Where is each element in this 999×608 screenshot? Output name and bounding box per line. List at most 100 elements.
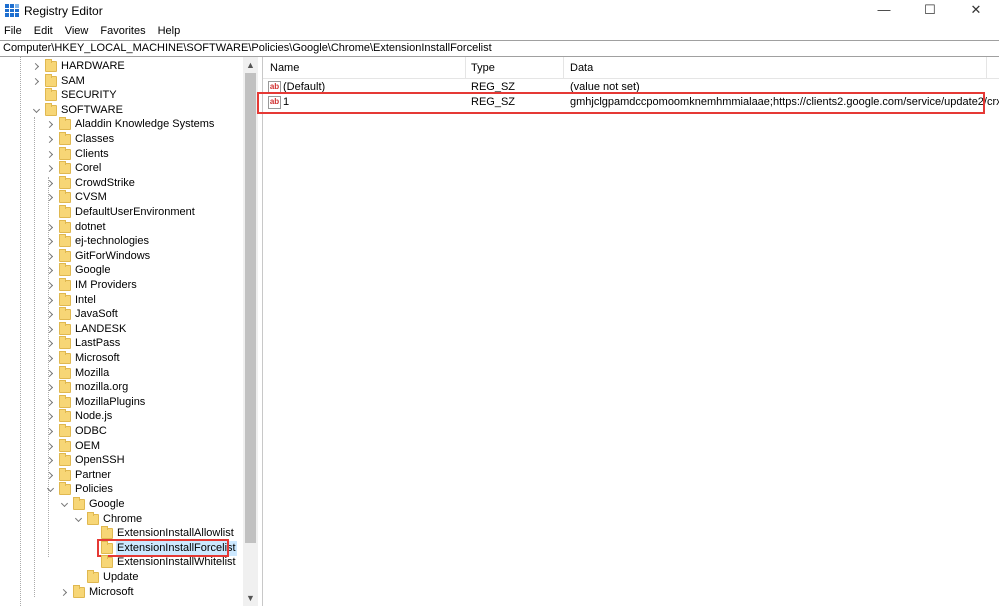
tree-item[interactable]: Google	[0, 263, 243, 278]
menu-view[interactable]: View	[59, 23, 95, 40]
expand-chevron-icon[interactable]	[45, 293, 55, 308]
tree-item[interactable]: Update	[0, 570, 243, 585]
tree-item[interactable]: SAM	[0, 73, 243, 89]
expand-chevron-icon[interactable]	[45, 322, 55, 337]
expand-chevron-icon[interactable]	[45, 161, 55, 176]
expand-chevron-icon[interactable]	[45, 395, 55, 410]
expand-chevron-icon[interactable]	[45, 380, 55, 395]
tree-item[interactable]: Corel	[0, 161, 243, 176]
folder-icon	[59, 190, 71, 204]
folder-icon	[59, 146, 71, 160]
tree-item[interactable]: JavaSoft	[0, 307, 243, 322]
expand-chevron-icon[interactable]	[45, 117, 55, 132]
menu-favorites[interactable]: Favorites	[94, 23, 151, 40]
tree-item-label: OEM	[75, 439, 101, 452]
scroll-thumb[interactable]	[245, 73, 256, 543]
tree-item-label: IM Providers	[75, 279, 137, 291]
tree-item[interactable]: Node.js	[0, 409, 243, 424]
expand-chevron-icon[interactable]	[45, 147, 55, 162]
expand-chevron-icon[interactable]	[31, 74, 41, 89]
tree-item[interactable]: SECURITY	[0, 88, 243, 103]
tree-item[interactable]: OEM	[0, 438, 243, 454]
maximize-button[interactable]: ☐	[907, 0, 953, 22]
tree-item[interactable]: Chrome	[0, 511, 243, 527]
expand-chevron-icon[interactable]	[45, 468, 55, 483]
tree-item[interactable]: IM Providers	[0, 278, 243, 293]
tree-item[interactable]: HARDWARE	[0, 59, 243, 74]
tree-item[interactable]: Policies	[0, 482, 243, 497]
expand-chevron-icon[interactable]	[45, 132, 55, 147]
tree-item[interactable]: Partner	[0, 467, 243, 483]
close-button[interactable]: ✕	[953, 0, 999, 22]
tree-item-label: LastPass	[75, 337, 121, 350]
expand-chevron-icon[interactable]	[45, 190, 55, 205]
folder-icon	[59, 234, 71, 248]
folder-icon	[59, 175, 71, 189]
minimize-button[interactable]: —	[861, 0, 907, 22]
tree-item[interactable]: SOFTWARE	[0, 102, 243, 118]
collapse-chevron-icon[interactable]	[45, 482, 55, 497]
window-title: Registry Editor	[24, 4, 103, 18]
collapse-chevron-icon[interactable]	[31, 103, 41, 118]
expand-chevron-icon[interactable]	[45, 278, 55, 293]
tree-item[interactable]: MozillaPlugins	[0, 394, 243, 410]
menu-file[interactable]: File	[0, 23, 28, 40]
tree-item-label: Chrome	[103, 512, 143, 525]
expand-chevron-icon[interactable]	[45, 424, 55, 439]
collapse-chevron-icon[interactable]	[73, 512, 83, 527]
tree-item[interactable]: GitForWindows	[0, 248, 243, 264]
tree-item[interactable]: CVSM	[0, 190, 243, 205]
tree-item-label: Google	[75, 264, 111, 277]
expand-chevron-icon[interactable]	[45, 351, 55, 366]
tree-item[interactable]: ODBC	[0, 424, 243, 439]
tree-item[interactable]: ej-technologies	[0, 234, 243, 249]
menu-help[interactable]: Help	[152, 23, 187, 40]
column-data[interactable]: Data	[570, 62, 593, 75]
expand-chevron-icon[interactable]	[31, 59, 41, 74]
tree-item-label: ODBC	[75, 425, 107, 437]
tree-item[interactable]: dotnet	[0, 219, 243, 235]
tree-item[interactable]: LastPass	[0, 336, 243, 351]
expand-chevron-icon[interactable]	[45, 249, 55, 264]
menu-edit[interactable]: Edit	[28, 23, 59, 40]
expand-chevron-icon[interactable]	[45, 307, 55, 322]
collapse-chevron-icon[interactable]	[59, 497, 69, 512]
tree-item[interactable]: Mozilla	[0, 365, 243, 381]
scroll-down-icon[interactable]: ▼	[243, 592, 258, 604]
expand-chevron-icon[interactable]	[45, 409, 55, 424]
expand-chevron-icon[interactable]	[45, 439, 55, 454]
expand-chevron-icon[interactable]	[45, 366, 55, 381]
expand-chevron-icon[interactable]	[45, 176, 55, 191]
tree-item[interactable]: OpenSSH	[0, 453, 243, 468]
tree-item[interactable]: Microsoft	[0, 351, 243, 366]
folder-icon	[59, 219, 71, 233]
tree-item[interactable]: CrowdStrike	[0, 175, 243, 191]
tree-item[interactable]: Clients	[0, 146, 243, 162]
tree-item-label: Clients	[75, 147, 109, 160]
tree-item[interactable]: Aladdin Knowledge Systems	[0, 117, 243, 132]
tree-item-label: Microsoft	[75, 352, 120, 364]
folder-icon	[59, 409, 71, 423]
expand-chevron-icon[interactable]	[45, 234, 55, 249]
tree-item[interactable]: Google	[0, 497, 243, 512]
address-bar[interactable]: Computer\HKEY_LOCAL_MACHINE\SOFTWARE\Pol…	[0, 40, 999, 57]
tree-scrollbar[interactable]: ▲ ▼	[243, 57, 258, 606]
tree-item[interactable]: LANDESK	[0, 321, 243, 337]
tree-item[interactable]: DefaultUserEnvironment	[0, 205, 243, 220]
expand-chevron-icon[interactable]	[45, 453, 55, 468]
tree-item[interactable]: Classes	[0, 132, 243, 147]
tree-item-label: GitForWindows	[75, 249, 151, 262]
expand-chevron-icon[interactable]	[45, 336, 55, 351]
expand-chevron-icon[interactable]	[45, 220, 55, 235]
expand-chevron-icon[interactable]	[45, 263, 55, 278]
column-type[interactable]: Type	[471, 62, 495, 75]
scroll-up-icon[interactable]: ▲	[243, 59, 258, 71]
tree-item[interactable]: Intel	[0, 292, 243, 308]
column-name[interactable]: Name	[270, 62, 299, 75]
tree-item-label: SECURITY	[61, 89, 117, 102]
tree-item[interactable]: ExtensionInstallWhitelist	[0, 555, 243, 570]
expand-chevron-icon[interactable]	[59, 585, 69, 600]
tree-item[interactable]: mozilla.org	[0, 380, 243, 395]
tree-item-label: OpenSSH	[75, 454, 125, 467]
tree-item[interactable]: Microsoft	[0, 584, 243, 600]
